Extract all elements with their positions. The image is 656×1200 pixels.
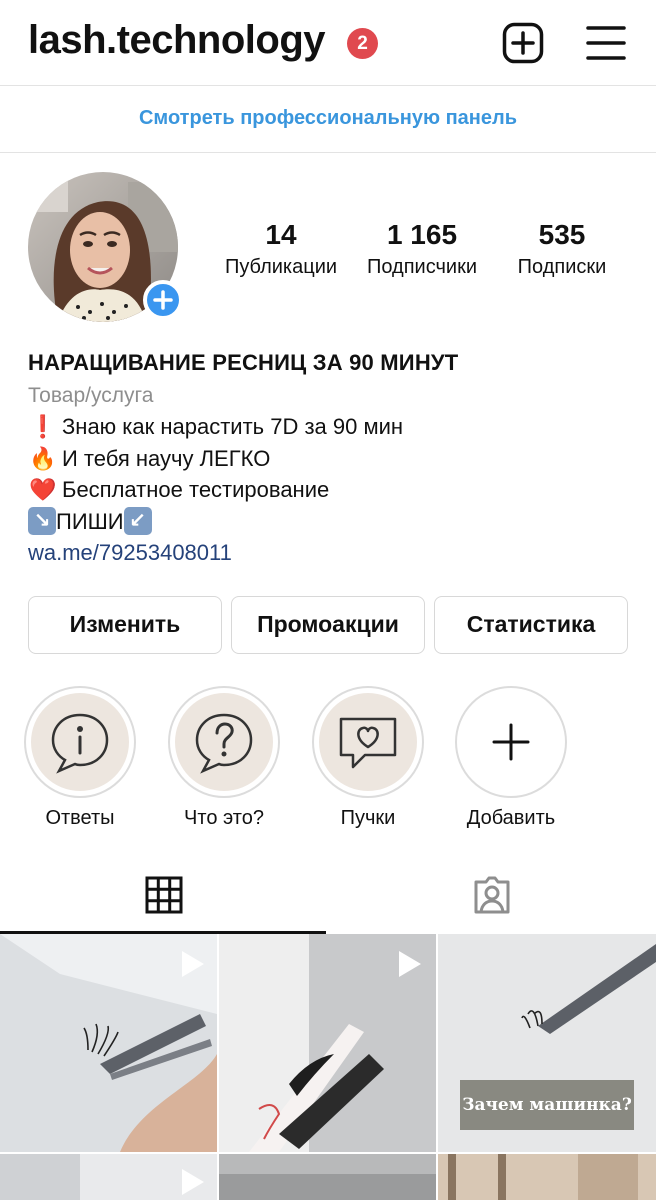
post-thumbnail[interactable]	[219, 934, 436, 1152]
bio-line-text: Бесплатное тестирование	[62, 477, 330, 502]
stat-following-count: 535	[538, 219, 586, 250]
question-speech-bubble-icon	[175, 693, 273, 791]
heart-speech-bubble-icon	[319, 693, 417, 791]
tagged-person-icon	[472, 876, 512, 919]
post-thumbnail[interactable]	[0, 1154, 217, 1200]
insights-button[interactable]: Статистика	[434, 596, 628, 654]
plus-icon	[462, 693, 560, 791]
highlight-label: Добавить	[466, 807, 556, 829]
top-bar: lash.technology 2	[0, 0, 656, 86]
highlight-label: Что это?	[184, 807, 264, 829]
post-thumbnail[interactable]	[0, 934, 217, 1152]
hamburger-menu-icon[interactable]	[586, 24, 626, 62]
highlight-label: Пучки	[340, 807, 396, 829]
tab-grid[interactable]	[0, 860, 328, 934]
arrow-down-right-icon: ↘	[28, 507, 56, 536]
highlight-what-is-it[interactable]: Что это?	[168, 686, 280, 832]
stat-posts[interactable]: 14 Публикации	[216, 218, 346, 282]
bio-cta-text: ПИШИ	[56, 508, 124, 534]
highlight-ring	[168, 686, 280, 798]
highlight-label: Ответы	[45, 807, 115, 829]
profile-display-name: НАРАЩИВАНИЕ РЕСНИЦ ЗА 90 МИНУТ	[28, 350, 459, 375]
post-thumbnail[interactable]	[438, 1154, 656, 1200]
arrow-down-left-icon: ↙	[123, 507, 152, 536]
highlight-answers[interactable]: Ответы	[24, 686, 136, 832]
profile-tabs	[0, 860, 656, 934]
post-caption-overlay: Зачем машинка?	[460, 1080, 634, 1130]
video-play-icon	[176, 1166, 208, 1198]
info-speech-bubble-icon	[31, 693, 129, 791]
stat-following[interactable]: 535 Подписки	[498, 218, 626, 282]
highlight-ring	[455, 686, 567, 798]
stat-followers[interactable]: 1 165 Подписчики	[356, 218, 488, 282]
stat-followers-label: Подписчики	[366, 256, 478, 278]
add-story-icon[interactable]	[143, 280, 183, 320]
bio-line: 🔥 И тебя научу ЛЕГКО	[28, 443, 638, 475]
heart-icon: ❤️	[29, 477, 57, 502]
post-thumbnail[interactable]	[219, 1154, 436, 1200]
bio-line: ❗ Знаю как нарастить 7D за 90 мин	[28, 411, 638, 443]
promotions-button[interactable]: Промоакции	[231, 596, 425, 654]
highlight-bundles[interactable]: Пучки	[312, 686, 424, 832]
profile-category: Товар/услуга	[28, 384, 154, 407]
highlight-ring	[24, 686, 136, 798]
notification-badge[interactable]: 2	[347, 28, 378, 59]
exclamation-icon: ❗	[29, 414, 57, 439]
stat-followers-count: 1 165	[386, 219, 458, 250]
grid-icon	[145, 876, 183, 919]
posts-grid: Зачем машинка?	[0, 934, 656, 1200]
video-play-icon	[176, 948, 208, 980]
tab-tagged[interactable]	[328, 860, 656, 934]
stat-posts-count: 14	[265, 219, 297, 250]
fire-icon: 🔥	[29, 445, 57, 471]
bio-line: ❤️ Бесплатное тестирование	[28, 474, 638, 506]
highlight-add[interactable]: Добавить	[455, 686, 567, 832]
stat-posts-label: Публикации	[224, 256, 338, 278]
bio-line-text: Знаю как нарастить 7D за 90 мин	[62, 414, 404, 439]
stat-following-label: Подписки	[517, 256, 607, 278]
highlight-ring	[312, 686, 424, 798]
profile-bio: НАРАЩИВАНИЕ РЕСНИЦ ЗА 90 МИНУТ Товар/усл…	[28, 346, 638, 569]
edit-profile-button[interactable]: Изменить	[28, 596, 222, 654]
professional-dashboard-link[interactable]: Смотреть профессиональную панель	[0, 86, 656, 153]
bio-line: ↘ ПИШИ ↙	[28, 506, 638, 538]
profile-username[interactable]: lash.technology	[28, 18, 326, 63]
post-thumbnail[interactable]: Зачем машинка?	[438, 934, 656, 1152]
video-play-icon	[393, 948, 425, 980]
bio-line-text: И тебя научу ЛЕГКО	[62, 445, 271, 471]
bio-link[interactable]: wa.me/79253408011	[28, 537, 638, 569]
plus-square-icon[interactable]	[502, 22, 544, 64]
